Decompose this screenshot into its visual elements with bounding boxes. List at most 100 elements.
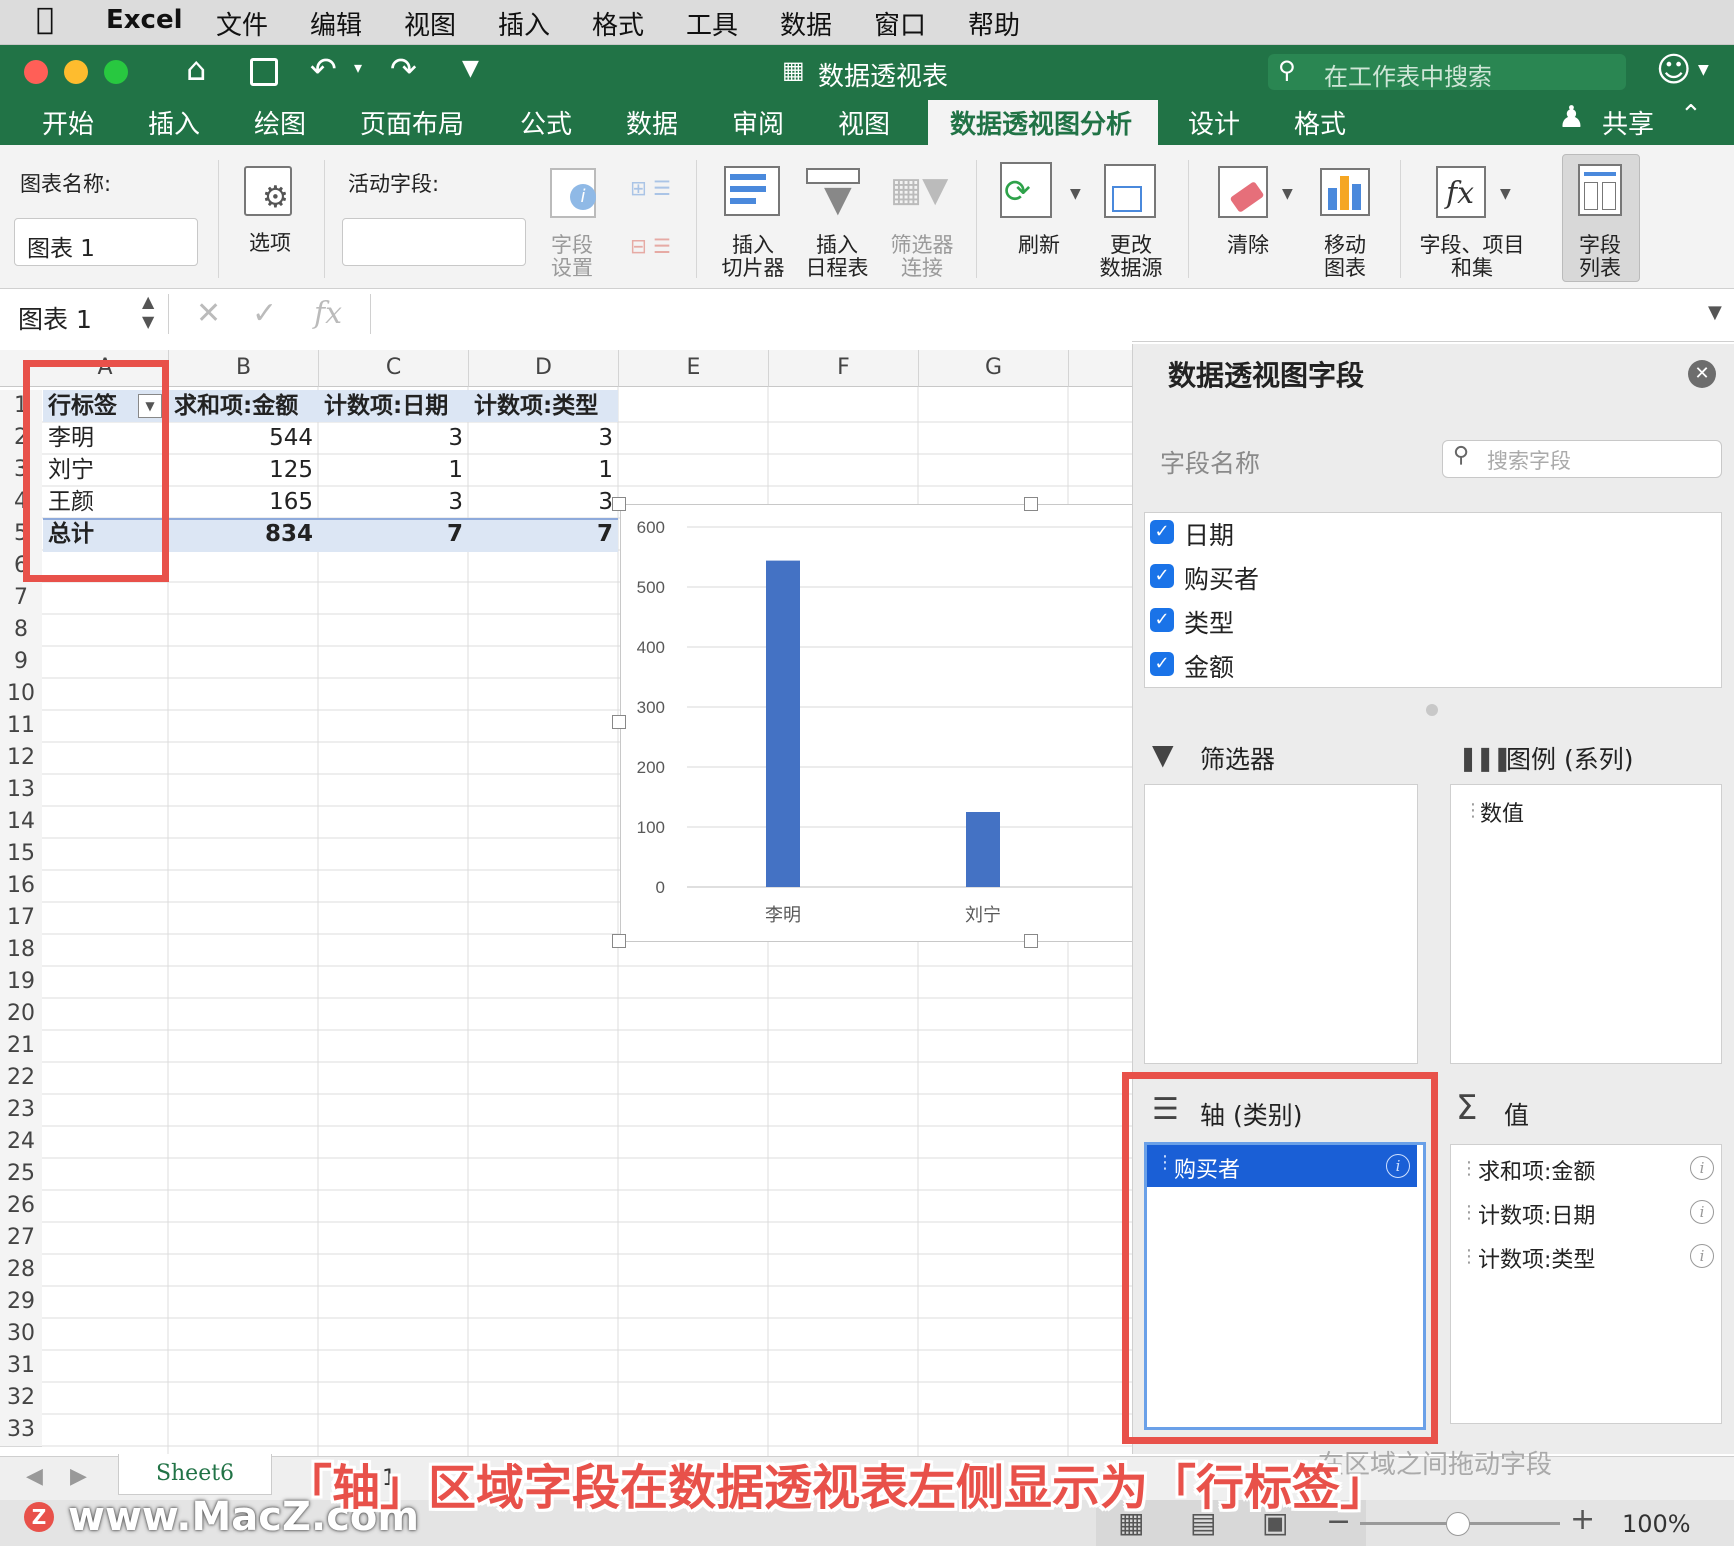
row-header[interactable]: 22 (0, 1062, 42, 1095)
field-checkbox-buyer[interactable]: ✓ (1150, 564, 1174, 588)
apple-icon[interactable]:  (36, 2, 54, 37)
pane-splitter-handle[interactable] (1426, 704, 1438, 716)
cancel-formula-icon[interactable]: ✕ (196, 296, 221, 331)
tab-data[interactable]: 数据 (626, 104, 678, 141)
clear-icon[interactable] (1218, 166, 1268, 218)
tab-pivotchart-analyze[interactable]: 数据透视图分析 (950, 104, 1132, 141)
tab-home[interactable]: 开始 (42, 104, 94, 141)
column-header-e[interactable]: E (619, 350, 769, 387)
tab-draw[interactable]: 绘图 (254, 104, 306, 141)
chart-resize-handle[interactable] (612, 934, 626, 948)
field-name-date[interactable]: 日期 (1184, 516, 1234, 552)
menu-tools[interactable]: 工具 (686, 5, 738, 42)
row-header[interactable]: 26 (0, 1190, 42, 1223)
values-drop-area[interactable] (1450, 1144, 1722, 1424)
pivot-value[interactable]: 3 (469, 486, 613, 518)
pivot-value[interactable]: 1 (469, 454, 613, 486)
move-chart-button[interactable]: 移动 图表 (1302, 234, 1388, 280)
refresh-icon[interactable]: ⟳ (1000, 162, 1052, 218)
pivot-value[interactable]: 1 (319, 454, 463, 486)
legend-item-values[interactable]: 数值 (1480, 796, 1524, 828)
row-header[interactable]: 12 (0, 742, 42, 775)
row-header[interactable]: 10 (0, 678, 42, 711)
menu-help[interactable]: 帮助 (968, 5, 1020, 42)
value-item-count-type[interactable]: 计数项:类型 (1478, 1242, 1595, 1274)
tab-insert[interactable]: 插入 (148, 104, 200, 141)
value-item-count-date[interactable]: 计数项:日期 (1478, 1198, 1595, 1230)
customize-toolbar-icon[interactable]: ▼ (462, 56, 479, 81)
clear-dropdown-icon[interactable]: ▼ (1282, 186, 1293, 202)
fields-items-dropdown-icon[interactable]: ▼ (1500, 186, 1511, 202)
row-header[interactable]: 11 (0, 710, 42, 743)
column-header-b[interactable]: B (169, 350, 319, 387)
next-sheet-icon[interactable]: ▶ (70, 1464, 87, 1489)
chart-resize-handle[interactable] (1024, 934, 1038, 948)
pivot-value[interactable]: 3 (469, 422, 613, 454)
insert-timeline-button[interactable]: 插入 日程表 (794, 234, 880, 280)
menu-view[interactable]: 视图 (404, 5, 456, 42)
menu-file[interactable]: 文件 (216, 5, 268, 42)
field-checkbox-type[interactable]: ✓ (1150, 608, 1174, 632)
app-menu[interactable]: Excel (106, 5, 183, 35)
row-header[interactable]: 8 (0, 614, 42, 647)
slicer-icon[interactable] (724, 166, 780, 216)
column-header-f[interactable]: F (769, 350, 919, 387)
column-header-c[interactable]: C (319, 350, 469, 387)
row-header[interactable]: 23 (0, 1094, 42, 1127)
row-header[interactable]: 13 (0, 774, 42, 807)
field-search-input[interactable]: ⚲ 搜索字段 (1442, 440, 1722, 478)
menu-format[interactable]: 格式 (592, 5, 644, 42)
pivot-value[interactable]: 3 (319, 422, 463, 454)
field-list-button[interactable]: 字段 列表 (1560, 234, 1640, 280)
menu-window[interactable]: 窗口 (874, 5, 926, 42)
chart-bar[interactable] (766, 560, 800, 887)
insert-function-icon[interactable]: fx (314, 296, 342, 331)
minimize-window-button[interactable] (64, 60, 88, 84)
menu-insert[interactable]: 插入 (498, 5, 550, 42)
row-header[interactable]: 24 (0, 1126, 42, 1159)
row-header[interactable]: 16 (0, 870, 42, 903)
value-item-info-icon[interactable]: i (1690, 1156, 1714, 1180)
row-header[interactable]: 21 (0, 1030, 42, 1063)
row-header[interactable]: 20 (0, 998, 42, 1031)
value-item-info-icon[interactable]: i (1690, 1200, 1714, 1224)
row-header[interactable]: 29 (0, 1286, 42, 1319)
field-name-type[interactable]: 类型 (1184, 604, 1234, 640)
tab-page-layout[interactable]: 页面布局 (360, 104, 464, 141)
drag-handle-icon[interactable]: ⋮ (1460, 1246, 1478, 1267)
sheet-tab-sheet6[interactable]: Sheet6 (118, 1454, 272, 1495)
chart-bar[interactable] (966, 812, 1000, 887)
tab-format[interactable]: 格式 (1294, 104, 1346, 141)
save-icon[interactable] (250, 58, 278, 86)
close-pane-icon[interactable]: ✕ (1688, 360, 1716, 388)
fx-icon[interactable]: fx (1436, 166, 1486, 218)
feedback-dropdown-icon[interactable]: ▼ (1698, 62, 1709, 78)
pivot-value[interactable]: 544 (169, 422, 313, 454)
change-source-button[interactable]: 更改 数据源 (1088, 234, 1174, 280)
active-field-input[interactable] (342, 218, 526, 266)
row-header[interactable]: 25 (0, 1158, 42, 1191)
home-icon[interactable]: ⌂ (186, 50, 206, 88)
field-checkbox-date[interactable]: ✓ (1150, 520, 1174, 544)
undo-icon[interactable]: ↶ (310, 50, 337, 88)
name-box[interactable]: 图表 1 (18, 300, 92, 336)
filters-drop-area[interactable] (1144, 784, 1418, 1064)
close-window-button[interactable] (24, 60, 48, 84)
row-header[interactable]: 18 (0, 934, 42, 967)
row-header[interactable]: 7 (0, 582, 42, 615)
column-header-d[interactable]: D (469, 350, 619, 387)
enter-formula-icon[interactable]: ✓ (252, 296, 277, 331)
collapse-ribbon-icon[interactable]: ⌃ (1680, 100, 1702, 130)
refresh-button[interactable]: 刷新 (996, 234, 1082, 257)
field-name-amount[interactable]: 金额 (1184, 648, 1234, 684)
pivot-value[interactable]: 125 (169, 454, 313, 486)
search-box[interactable]: ⚲ 在工作表中搜索 (1268, 54, 1626, 91)
chart-resize-handle[interactable] (1024, 497, 1038, 511)
pivot-total-value[interactable]: 834 (169, 518, 313, 550)
timeline-icon[interactable]: ▼ (806, 166, 868, 218)
move-chart-icon[interactable] (1320, 168, 1370, 216)
options-button[interactable]: 选项 (232, 232, 308, 255)
expand-formula-bar-icon[interactable]: ▼ (1708, 302, 1722, 323)
options-icon[interactable]: ⚙ (244, 166, 292, 216)
row-header[interactable]: 17 (0, 902, 42, 935)
